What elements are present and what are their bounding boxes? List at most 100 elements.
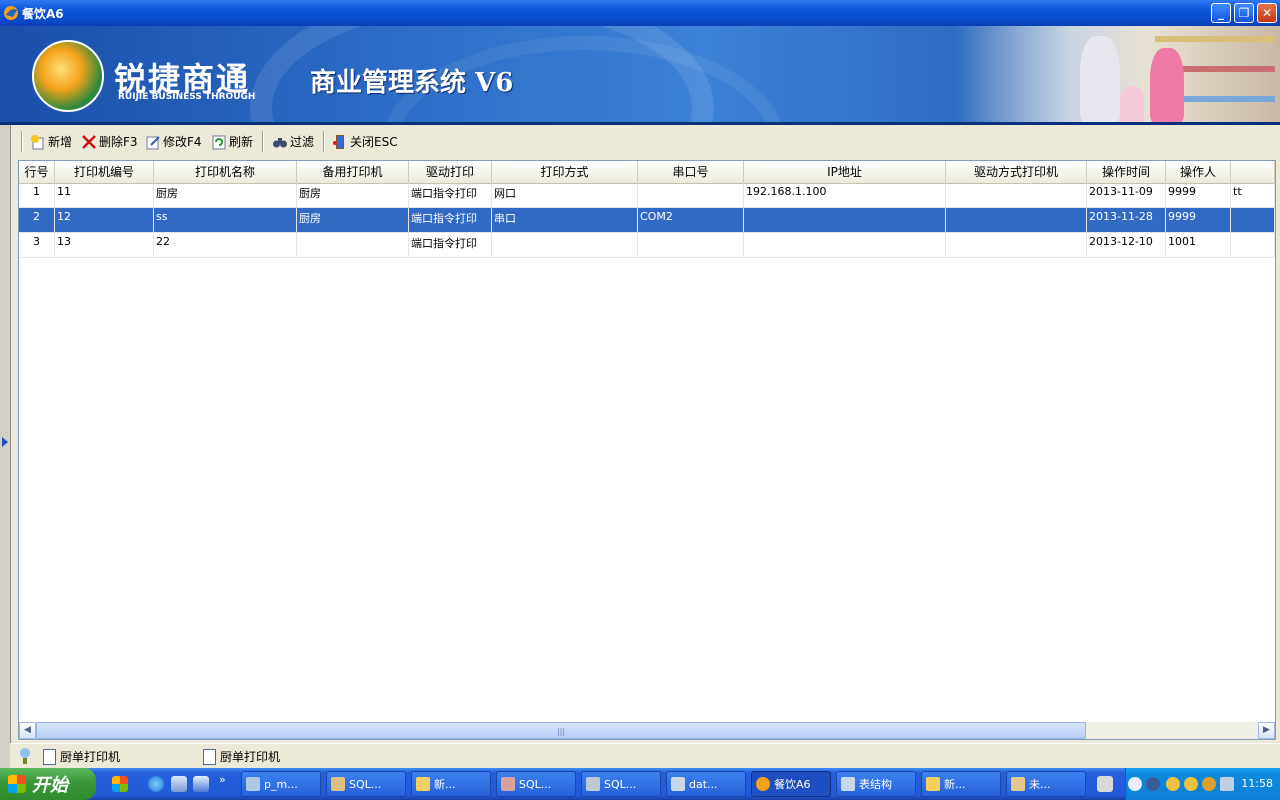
internet-explorer-icon[interactable] xyxy=(148,776,164,792)
add-button[interactable]: 新增 xyxy=(30,132,72,152)
network-icon[interactable] xyxy=(1146,777,1160,791)
cell-ip-address xyxy=(744,208,946,233)
tab-kitchen-printer-2[interactable]: 厨单打印机 xyxy=(203,748,280,765)
quicklaunch-icon[interactable] xyxy=(171,776,187,792)
quicklaunch-icon[interactable] xyxy=(193,776,209,792)
cell-printer-name: 22 xyxy=(154,233,297,258)
refresh-label: 刷新 xyxy=(229,135,254,149)
title-bar: 餐饮A6 _ ❐ ✕ xyxy=(0,0,1280,26)
filter-button[interactable]: 过滤 xyxy=(272,132,314,152)
column-header[interactable]: 驱动打印 xyxy=(409,161,492,183)
column-header[interactable]: 打印方式 xyxy=(492,161,638,183)
cell-extra xyxy=(1231,233,1275,258)
windows-logo-icon xyxy=(8,775,26,793)
brand-subtitle: RUIJIE BUSINESS THROUGH xyxy=(118,92,256,102)
horizontal-scrollbar[interactable]: ◀ ||| ▶ xyxy=(19,722,1275,739)
column-header[interactable]: 备用打印机 xyxy=(297,161,409,183)
side-panel-toggle[interactable] xyxy=(0,125,11,768)
column-header[interactable]: 驱动方式打印机 xyxy=(946,161,1087,183)
cell-operator: 9999 xyxy=(1166,208,1231,233)
cell-printer-id: 12 xyxy=(55,208,154,233)
sql-icon xyxy=(501,777,515,791)
cell-driver-printer xyxy=(946,183,1087,208)
cell-driver-print: 端口指令打印 xyxy=(409,208,492,233)
quicklaunch-app-icon[interactable] xyxy=(112,776,128,792)
add-label: 新增 xyxy=(48,135,73,149)
table-row[interactable]: 1 11 厨房 厨房 端口指令打印 网口 192.168.1.100 2013-… xyxy=(19,183,1275,208)
paint-icon xyxy=(1011,777,1025,791)
taskbar-item[interactable]: SQL... xyxy=(581,771,661,797)
column-header[interactable]: 操作时间 xyxy=(1087,161,1166,183)
column-header[interactable]: 打印机编号 xyxy=(55,161,154,183)
table-icon xyxy=(841,777,855,791)
tab-label: 厨单打印机 xyxy=(220,750,281,764)
cell-extra xyxy=(1231,208,1275,233)
column-header[interactable]: 操作人 xyxy=(1166,161,1231,183)
taskbar-item[interactable]: SQL... xyxy=(496,771,576,797)
cell-printer-name: ss xyxy=(154,208,297,233)
printer-table[interactable]: 行号 打印机编号 打印机名称 备用打印机 驱动打印 打印方式 串口号 IP地址 … xyxy=(18,160,1276,740)
refresh-button[interactable]: 刷新 xyxy=(211,132,253,152)
shield-icon[interactable] xyxy=(1202,777,1216,791)
start-button[interactable]: 开始 xyxy=(0,768,96,800)
taskbar-item[interactable]: 未... xyxy=(1006,771,1086,797)
taskbar-item[interactable]: dat... xyxy=(666,771,746,797)
column-header[interactable]: 行号 xyxy=(19,161,55,183)
tray-app-icon[interactable] xyxy=(1166,777,1180,791)
restore-button[interactable]: ❐ xyxy=(1234,3,1254,23)
delete-button[interactable]: 删除F3 xyxy=(81,132,138,152)
scroll-left-button[interactable]: ◀ xyxy=(19,722,36,739)
cell-op-time: 2013-11-28 xyxy=(1087,208,1166,233)
taskbar-item[interactable]: SQL... xyxy=(326,771,406,797)
quicklaunch-more[interactable]: » xyxy=(219,773,226,786)
cell-print-mode: 网口 xyxy=(492,183,638,208)
tray-app-icon[interactable] xyxy=(1220,777,1234,791)
close-esc-button[interactable]: 关闭ESC xyxy=(332,132,398,152)
system-title: 商业管理系统 V6 xyxy=(310,68,514,98)
taskbar-item[interactable]: p_m... xyxy=(241,771,321,797)
cell-row-number: 3 xyxy=(19,233,55,258)
scroll-right-button[interactable]: ▶ xyxy=(1258,722,1275,739)
column-header[interactable]: 串口号 xyxy=(638,161,744,183)
column-header[interactable] xyxy=(1231,161,1275,183)
taskbar-item-active[interactable]: 餐饮A6 xyxy=(751,771,831,797)
minimize-button[interactable]: _ xyxy=(1211,3,1231,23)
cell-backup-printer: 厨房 xyxy=(297,183,409,208)
cell-printer-id: 11 xyxy=(55,183,154,208)
tab-kitchen-printer[interactable]: 厨单打印机 xyxy=(43,748,120,765)
grip-icon: ||| xyxy=(557,727,566,736)
cell-printer-id: 13 xyxy=(55,233,154,258)
lamp-icon xyxy=(20,748,30,764)
edit-icon xyxy=(146,136,160,150)
close-esc-label: 关闭ESC xyxy=(350,135,398,149)
taskbar-item[interactable]: 表结构 xyxy=(836,771,916,797)
cell-backup-printer: 厨房 xyxy=(297,208,409,233)
cell-driver-print: 端口指令打印 xyxy=(409,183,492,208)
cell-serial-port xyxy=(638,183,744,208)
cell-op-time: 2013-11-09 xyxy=(1087,183,1166,208)
edit-button[interactable]: 修改F4 xyxy=(145,132,202,152)
tray-expand-icon[interactable] xyxy=(1128,777,1142,791)
toolbar: 新增 删除F3 修改F4 刷新 过滤 关闭ESC xyxy=(18,127,1280,156)
cell-print-mode: 串口 xyxy=(492,208,638,233)
clock[interactable]: 11:58 xyxy=(1241,777,1273,790)
cell-extra: tt xyxy=(1231,183,1275,208)
column-header[interactable]: IP地址 xyxy=(744,161,946,183)
keyboard-icon[interactable] xyxy=(1097,776,1113,792)
table-row[interactable]: 3 13 22 端口指令打印 2013-12-10 1001 xyxy=(19,233,1275,258)
column-header[interactable]: 打印机名称 xyxy=(154,161,297,183)
toolbar-separator xyxy=(323,131,325,152)
tray-app-icon[interactable] xyxy=(1184,777,1198,791)
close-button[interactable]: ✕ xyxy=(1257,3,1277,23)
delete-label: 删除F3 xyxy=(99,135,138,149)
expand-arrow-icon xyxy=(2,437,8,447)
taskbar-item[interactable]: 新... xyxy=(921,771,1001,797)
cell-driver-printer xyxy=(946,208,1087,233)
bottom-tab-bar: 厨单打印机 厨单打印机 xyxy=(10,743,1280,769)
banner-photo xyxy=(955,26,1280,122)
app-icon xyxy=(756,777,770,791)
taskbar-item[interactable]: 新... xyxy=(411,771,491,797)
table-row-selected[interactable]: 2 12 ss 厨房 端口指令打印 串口 COM2 2013-11-28 999… xyxy=(19,208,1275,233)
scrollbar-thumb[interactable]: ||| xyxy=(36,722,1086,739)
window-title: 餐饮A6 xyxy=(22,7,64,21)
